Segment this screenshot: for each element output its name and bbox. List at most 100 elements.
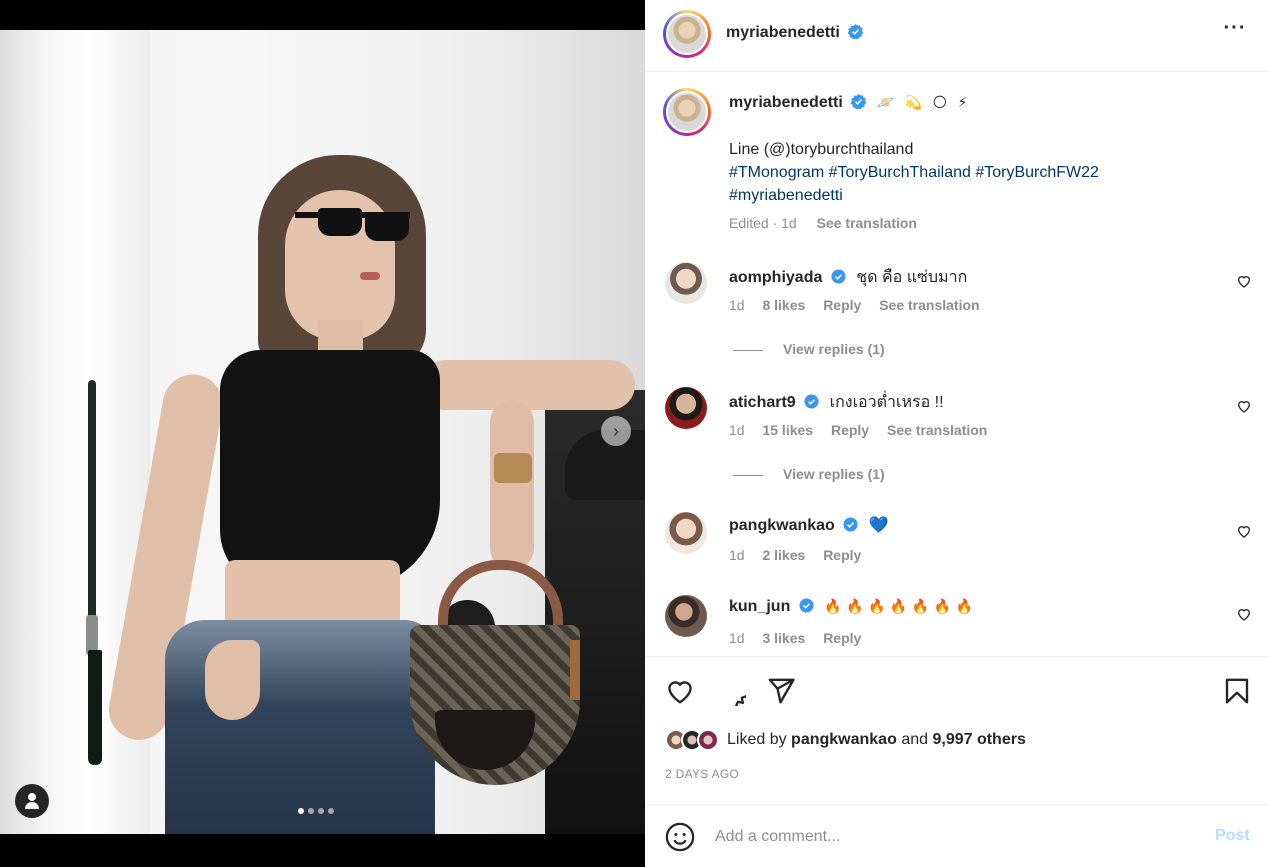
comment-reply-button[interactable]: Reply [831,422,869,438]
caption-meta: Edited · 1d See translation [729,215,917,231]
photo-forearm [490,400,534,570]
comment-time[interactable]: 1d [729,630,745,646]
post-media: › [0,0,645,867]
photo-hip [205,640,260,720]
comment-username[interactable]: kun_jun [729,598,790,615]
likes-others-link[interactable]: 9,997 others [932,731,1025,748]
view-replies-button[interactable]: View replies (1) [733,466,885,482]
verified-badge-icon [848,24,864,39]
comment-header: pangkwankao 💙 [729,515,889,535]
photo-jeans [165,620,435,834]
photo-watch [494,453,532,483]
photo-arm-right [420,360,635,410]
likes-prefix: Liked by [727,731,787,748]
heart-icon[interactable] [1236,606,1252,622]
comment-composer: Post [645,804,1269,867]
post-comment-button[interactable]: Post [1215,827,1250,845]
post-actions: Liked by pangkwankao and 9,997 others 2 … [645,656,1269,804]
caption-emoji: 💫 [904,95,923,111]
heart-icon[interactable] [1236,523,1252,539]
caption-username-text[interactable]: myriabenedetti [729,94,843,111]
photo-sunglasses-left [318,208,362,236]
comment-likes[interactable]: 15 likes [762,422,813,438]
comment-likes[interactable]: 2 likes [762,547,805,563]
caption-avatar-image [666,91,708,133]
comment-see-translation[interactable]: See translation [879,297,979,313]
likes-user-link[interactable]: pangkwankao [791,731,897,748]
comment-likes[interactable]: 3 likes [762,630,805,646]
comment-username[interactable]: pangkwankao [729,517,835,534]
caption-hashtag[interactable]: #myriabenedetti [729,184,1189,207]
carousel-dot [328,808,334,814]
comment-likes[interactable]: 8 likes [762,297,805,313]
caption-emoji: ⚡ [957,95,968,111]
comment-time[interactable]: 1d [729,547,745,563]
comment-avatar[interactable] [665,512,707,554]
verified-badge-icon [843,517,858,532]
likes-text: Liked by pangkwankao and 9,997 others [727,731,1026,749]
photo-tassel [88,380,96,620]
likes-summary: Liked by pangkwankao and 9,997 others [665,727,1026,753]
comment-meta: 1d 3 likes Reply [729,630,875,646]
comment-header: aomphiyada ชุด คือ แซ่บมาก [729,265,967,290]
comment-text: ชุด คือ แซ่บมาก [856,269,968,286]
comment-header: kun_jun 🔥 🔥 🔥 🔥 🔥 🔥 🔥 [729,598,973,616]
comment-avatar[interactable] [665,262,707,304]
comment-see-translation[interactable]: See translation [887,422,987,438]
comment-username[interactable]: atichart9 [729,394,796,411]
photo-tassel-tail [88,650,102,765]
comment-text: 🔥 🔥 🔥 🔥 🔥 🔥 🔥 [824,599,973,615]
caption-username[interactable]: myriabenedetti 🪐 💫 🌕 ⚡ [729,94,967,112]
heart-icon[interactable] [1236,273,1252,289]
carousel-dot-active [298,808,304,814]
post-sidebar: myriabenedetti ··· myriabenedetti 🪐 💫 🌕 … [645,0,1269,867]
caption-see-translation[interactable]: See translation [817,215,917,231]
author-username-text[interactable]: myriabenedetti [726,24,840,41]
smiley-icon[interactable] [665,822,695,852]
heart-icon[interactable] [1236,398,1252,414]
comment-text: เกงเอวต่ำเหรอ !! [829,394,944,411]
heart-icon[interactable] [665,676,695,706]
caption-edited-time: Edited · 1d [729,215,797,231]
caption-avatar[interactable] [663,88,711,136]
carousel-indicator [298,808,334,814]
comment-icon[interactable] [716,676,746,706]
verified-badge-icon [799,598,814,613]
post-date[interactable]: 2 DAYS AGO [665,767,739,781]
verified-badge-icon [804,394,819,409]
verified-badge-icon [851,94,867,109]
comment-time[interactable]: 1d [729,422,745,438]
photo-sunglasses-right [365,213,409,241]
more-options-icon[interactable]: ··· [1221,18,1249,42]
caption-hashtags[interactable]: #TMonogram #ToryBurchThailand #ToryBurch… [729,161,1189,184]
comment-meta: 1d 15 likes Reply See translation [729,422,1001,438]
user-tag-icon[interactable] [15,784,49,818]
comment-input[interactable] [715,823,1185,851]
comment-username[interactable]: aomphiyada [729,269,822,286]
author-avatar[interactable] [663,10,711,58]
comment-avatar[interactable] [665,387,707,429]
comment-header: atichart9 เกงเอวต่ำเหรอ !! [729,390,944,415]
author-username[interactable]: myriabenedetti [726,24,864,42]
comment-reply-button[interactable]: Reply [823,547,861,563]
photo-lips [360,272,380,280]
post-photo[interactable] [0,30,645,834]
comment-text: 💙 [868,515,889,534]
post-header: myriabenedetti ··· [645,0,1269,72]
paper-plane-icon[interactable] [766,676,796,706]
comment-reply-button[interactable]: Reply [823,297,861,313]
chevron-right-icon[interactable]: › [601,416,631,446]
comment-avatar[interactable] [665,595,707,637]
photo-tassel-cap [86,615,98,655]
comment-reply-button[interactable]: Reply [823,630,861,646]
liker-avatar[interactable] [697,729,719,751]
author-avatar-image [666,13,708,55]
comment-time[interactable]: 1d [729,297,745,313]
photo-bag-strap [570,640,580,700]
carousel-dot [308,808,314,814]
view-replies-button[interactable]: View replies (1) [733,341,885,357]
bookmark-icon[interactable] [1222,676,1252,706]
caption-line: Line (@)toryburchthailand [729,141,914,158]
verified-badge-icon [831,269,846,284]
carousel-dot [318,808,324,814]
